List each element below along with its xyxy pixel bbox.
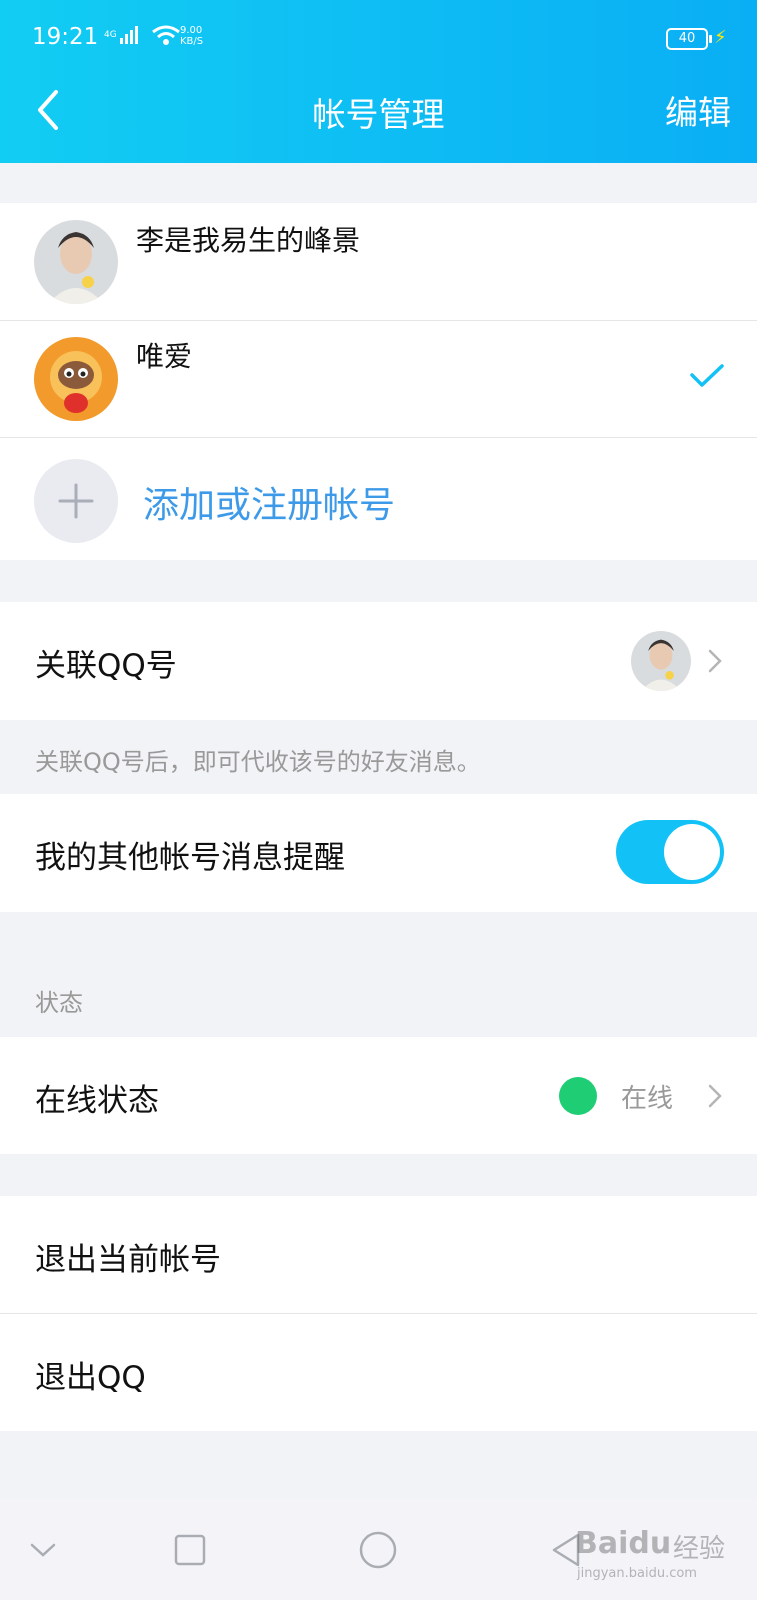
chevron-right-icon xyxy=(708,1084,722,1108)
wifi-icon xyxy=(151,25,180,45)
app-header: 19:21 4G 9.00 KB/S 40 ⚡ 帐号管理 编辑 xyxy=(0,0,757,163)
page-title: 帐号管理 xyxy=(312,95,445,134)
online-status-label: 在线状态 xyxy=(35,1083,159,1119)
toggle-knob xyxy=(664,824,720,880)
speed-unit: KB/S xyxy=(180,36,204,47)
edit-button[interactable]: 编辑 xyxy=(665,86,731,134)
watermark-url: jingyan.baidu.com xyxy=(577,1566,697,1581)
linked-qq-item[interactable]: 关联QQ号 xyxy=(0,602,757,720)
add-icon xyxy=(34,459,118,543)
add-account-button[interactable]: 添加或注册帐号 xyxy=(0,438,757,560)
online-indicator xyxy=(559,1077,597,1115)
avatar xyxy=(34,337,118,421)
avatar xyxy=(34,220,118,304)
account-name: 唯爱 xyxy=(136,340,193,373)
watermark-brand: Baidu xyxy=(575,1526,672,1561)
watermark-cn: 经验 xyxy=(673,1534,726,1564)
checkmark-icon xyxy=(690,364,724,387)
logout-current-label: 退出当前帐号 xyxy=(35,1242,221,1278)
network-type: 4G xyxy=(104,30,117,40)
account-item[interactable]: 唯爱 xyxy=(0,321,757,437)
logout-current-button[interactable]: 退出当前帐号 xyxy=(0,1196,757,1313)
quit-qq-label: 退出QQ xyxy=(35,1360,146,1396)
battery-icon: 40 xyxy=(666,28,712,50)
network-indicator: 4G xyxy=(104,24,181,46)
account-item[interactable]: 李是我易生的峰景 xyxy=(0,203,757,320)
network-speed: 9.00 KB/S xyxy=(180,25,203,47)
notice-toggle[interactable] xyxy=(616,820,724,884)
charging-icon: ⚡ xyxy=(714,27,727,48)
linked-avatar xyxy=(631,631,691,691)
recents-icon[interactable] xyxy=(174,1534,206,1566)
home-icon[interactable] xyxy=(358,1530,398,1570)
baidu-watermark: Baidu 经验 jingyan.baidu.com xyxy=(555,1526,755,1586)
quit-qq-button[interactable]: 退出QQ xyxy=(0,1314,757,1431)
speed-value: 9.00 xyxy=(180,25,203,36)
account-name: 李是我易生的峰景 xyxy=(136,224,361,257)
signal-icon xyxy=(119,26,138,44)
online-status-item[interactable]: 在线状态 在线 xyxy=(0,1037,757,1154)
other-account-notice-label: 我的其他帐号消息提醒 xyxy=(35,840,345,876)
status-time: 19:21 xyxy=(32,24,99,50)
other-account-notice-item: 我的其他帐号消息提醒 xyxy=(0,794,757,912)
section-title: 状态 xyxy=(35,989,83,1017)
add-account-label: 添加或注册帐号 xyxy=(143,485,396,526)
chevron-down-icon[interactable] xyxy=(30,1542,56,1558)
linked-qq-label: 关联QQ号 xyxy=(35,648,177,684)
online-status-value: 在线 xyxy=(621,1084,674,1114)
linked-qq-hint: 关联QQ号后，即可代收该号的好友消息。 xyxy=(35,748,481,776)
chevron-right-icon xyxy=(708,649,722,673)
